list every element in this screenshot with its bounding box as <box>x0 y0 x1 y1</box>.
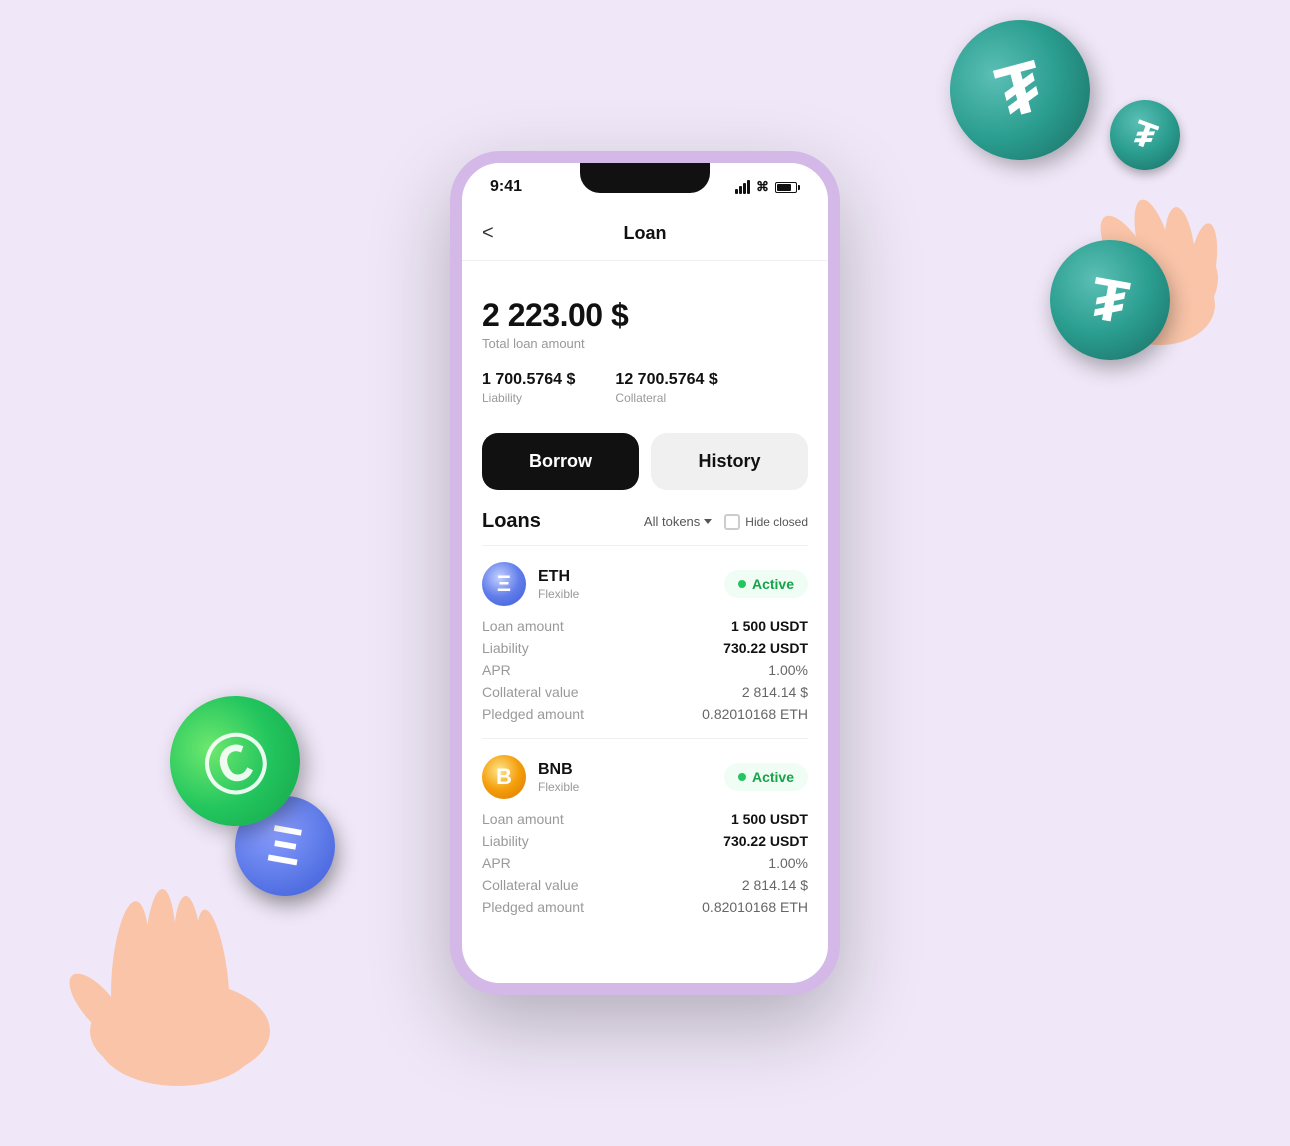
loans-title: Loans <box>482 510 541 533</box>
collateral-label: Collateral <box>615 391 717 405</box>
bnb-liability-row: Liability 730.22 USDT <box>482 833 808 849</box>
back-button[interactable]: < <box>482 222 494 245</box>
liability-label: Liability <box>482 391 575 405</box>
pledged-label-eth: Pledged amount <box>482 706 584 722</box>
apr-label-bnb: APR <box>482 855 511 871</box>
chevron-down-icon <box>704 519 712 524</box>
eth-pledged-row: Pledged amount 0.82010168 ETH <box>482 706 808 722</box>
bnb-apr-row: APR 1.00% <box>482 855 808 871</box>
bnb-loan-details: Loan amount 1 500 USDT Liability 730.22 … <box>482 811 808 915</box>
loan-amount-value: 1 500 USDT <box>731 618 808 634</box>
eth-apr-row: APR 1.00% <box>482 662 808 678</box>
wifi-icon: ⌘ <box>756 179 769 195</box>
bnb-token-info: BNB Flexible <box>538 761 579 794</box>
liability-label-bnb: Liability <box>482 833 529 849</box>
eth-liability-row: Liability 730.22 USDT <box>482 640 808 656</box>
apr-value-eth: 1.00% <box>768 662 808 678</box>
liability-value-bnb: 730.22 USDT <box>723 833 808 849</box>
summary-section: 2 223.00 $ Total loan amount 1 700.5764 … <box>482 281 808 413</box>
loan-amount-label-bnb: Loan amount <box>482 811 564 827</box>
bnb-token-name: BNB <box>538 761 579 779</box>
bnb-collateral-row: Collateral value 2 814.14 $ <box>482 877 808 893</box>
hide-closed-label: Hide closed <box>745 515 808 529</box>
battery-icon <box>775 182 800 193</box>
bnb-loan-card-header: B BNB Flexible Active <box>482 755 808 799</box>
borrow-tab[interactable]: Borrow <box>482 433 639 490</box>
collateral-value-label-eth: Collateral value <box>482 684 579 700</box>
phone-screen: 9:41 ⌘ < Loan <box>450 151 840 995</box>
loans-filters: All tokens Hide closed <box>644 514 808 530</box>
history-tab[interactable]: History <box>651 433 808 490</box>
pledged-label-bnb: Pledged amount <box>482 899 584 915</box>
eth-token-name: ETH <box>538 568 579 586</box>
phone-frame: 9:41 ⌘ < Loan <box>450 151 840 995</box>
metrics-row: 1 700.5764 $ Liability 12 700.5764 $ Col… <box>482 371 808 405</box>
eth-loan-details: Loan amount 1 500 USDT Liability 730.22 … <box>482 618 808 722</box>
hide-closed-toggle[interactable]: Hide closed <box>724 514 808 530</box>
bnb-status-label: Active <box>752 769 794 785</box>
loan-card-header: Ξ ETH Flexible Active <box>482 562 808 606</box>
loan-token-bnb: B BNB Flexible <box>482 755 579 799</box>
loan-card-bnb[interactable]: B BNB Flexible Active Loan amount 1 <box>482 738 808 931</box>
eth-status-label: Active <box>752 576 794 592</box>
collateral-value-bnb: 2 814.14 $ <box>742 877 808 893</box>
loan-token-eth: Ξ ETH Flexible <box>482 562 579 606</box>
loan-card-eth[interactable]: Ξ ETH Flexible Active Loan amount 1 <box>482 545 808 738</box>
apr-value-bnb: 1.00% <box>768 855 808 871</box>
eth-collateral-row: Collateral value 2 814.14 $ <box>482 684 808 700</box>
bnb-token-icon: B <box>482 755 526 799</box>
loan-amount-value-bnb: 1 500 USDT <box>731 811 808 827</box>
eth-status-badge: Active <box>724 570 808 598</box>
loans-header: Loans All tokens Hide closed <box>482 510 808 533</box>
collateral-value: 12 700.5764 $ <box>615 371 717 389</box>
eth-token-info: ETH Flexible <box>538 568 579 601</box>
phone-notch <box>580 163 710 193</box>
loan-amount-label: Loan amount <box>482 618 564 634</box>
collateral-metric: 12 700.5764 $ Collateral <box>615 371 717 405</box>
collateral-value-label-bnb: Collateral value <box>482 877 579 893</box>
collateral-value-eth: 2 814.14 $ <box>742 684 808 700</box>
main-content: 2 223.00 $ Total loan amount 1 700.5764 … <box>462 261 828 995</box>
bnb-status-dot-icon <box>738 773 746 781</box>
eth-token-type: Flexible <box>538 587 579 601</box>
eth-token-icon: Ξ <box>482 562 526 606</box>
liability-metric: 1 700.5764 $ Liability <box>482 371 575 405</box>
status-time: 9:41 <box>490 178 522 196</box>
token-filter-label: All tokens <box>644 514 700 529</box>
liability-value: 1 700.5764 $ <box>482 371 575 389</box>
tab-row: Borrow History <box>482 433 808 490</box>
page-title: Loan <box>624 223 667 244</box>
pledged-value-bnb: 0.82010168 ETH <box>702 899 808 915</box>
hide-closed-checkbox[interactable] <box>724 514 740 530</box>
liability-label-eth: Liability <box>482 640 529 656</box>
status-icons: ⌘ <box>735 179 800 195</box>
token-filter[interactable]: All tokens <box>644 514 712 529</box>
liability-value-eth: 730.22 USDT <box>723 640 808 656</box>
bnb-status-badge: Active <box>724 763 808 791</box>
apr-label-eth: APR <box>482 662 511 678</box>
signal-icon <box>735 180 750 194</box>
bnb-loan-amount-row: Loan amount 1 500 USDT <box>482 811 808 827</box>
total-label: Total loan amount <box>482 336 808 351</box>
eth-loan-amount-row: Loan amount 1 500 USDT <box>482 618 808 634</box>
bnb-token-type: Flexible <box>538 780 579 794</box>
pledged-value-eth: 0.82010168 ETH <box>702 706 808 722</box>
total-amount: 2 223.00 $ <box>482 297 808 334</box>
bnb-pledged-row: Pledged amount 0.82010168 ETH <box>482 899 808 915</box>
page-header: < Loan <box>462 211 828 261</box>
status-dot-icon <box>738 580 746 588</box>
